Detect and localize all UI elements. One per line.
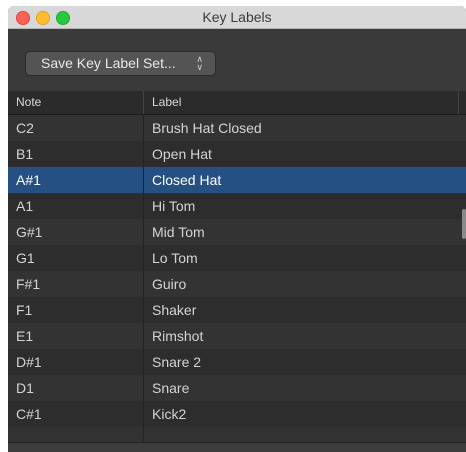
column-separator <box>458 91 459 114</box>
label-cell[interactable]: Snare 2 <box>152 354 201 370</box>
scrollbar-thumb[interactable] <box>462 209 466 239</box>
table-header: Note Label <box>8 91 466 115</box>
label-cell[interactable]: Hi Tom <box>152 198 195 214</box>
note-cell: G1 <box>16 250 35 266</box>
note-cell: F1 <box>16 302 33 318</box>
table-row[interactable]: D#1 Snare 2 <box>8 349 466 375</box>
note-cell: A1 <box>16 198 34 214</box>
label-cell[interactable]: Rimshot <box>152 328 203 344</box>
column-header-label[interactable]: Label <box>152 95 181 109</box>
save-key-label-set-label: Save Key Label Set... <box>41 55 176 71</box>
table-row[interactable]: F1 Shaker <box>8 297 466 323</box>
note-cell: C2 <box>16 120 34 136</box>
label-cell[interactable]: Snare <box>152 380 189 396</box>
toolbar: Save Key Label Set... ∧ ∨ <box>8 29 466 91</box>
label-cell[interactable]: Guiro <box>152 276 186 292</box>
note-cell: F#1 <box>16 276 41 292</box>
key-labels-table: C2 Brush Hat Closed B1 Open Hat A#1 Closed Ha… <box>8 114 466 442</box>
table-row[interactable]: A#1 Closed Hat <box>8 167 466 193</box>
note-cell: A#1 <box>16 172 41 188</box>
label-cell[interactable]: Mid Tom <box>152 224 205 240</box>
title-bar[interactable]: Key Labels <box>8 6 466 29</box>
table-row[interactable]: B1 Open Hat <box>8 141 466 167</box>
window-footer <box>8 442 466 452</box>
column-header-note[interactable]: Note <box>16 95 41 109</box>
label-cell[interactable]: Kick2 <box>152 406 186 422</box>
table-row[interactable]: C2 Brush Hat Closed <box>8 115 466 141</box>
label-cell[interactable]: Open Hat <box>152 146 212 162</box>
note-cell: D#1 <box>16 354 42 370</box>
key-labels-window: Key Labels Save Key Label Set... ∧ ∨ Note… <box>8 6 466 452</box>
column-divider <box>143 114 144 442</box>
vertical-scrollbar[interactable] <box>458 114 466 442</box>
label-cell[interactable]: Lo Tom <box>152 250 198 266</box>
column-separator[interactable] <box>143 91 144 114</box>
table-row[interactable]: D1 Snare <box>8 375 466 401</box>
table-row[interactable]: E1 Rimshot <box>8 323 466 349</box>
window-title: Key Labels <box>202 9 272 25</box>
note-cell: G#1 <box>16 224 43 240</box>
note-cell: D1 <box>16 380 34 396</box>
note-cell: C#1 <box>16 406 42 422</box>
table-row[interactable]: C#1 Kick2 <box>8 401 466 427</box>
label-cell[interactable]: Shaker <box>152 302 196 318</box>
note-cell: E1 <box>16 328 34 344</box>
table-row[interactable]: G#1 Mid Tom <box>8 219 466 245</box>
save-key-label-set-button[interactable]: Save Key Label Set... ∧ ∨ <box>25 51 216 76</box>
label-cell[interactable]: Brush Hat Closed <box>152 120 262 136</box>
table-row[interactable]: G1 Lo Tom <box>8 245 466 271</box>
note-cell: B1 <box>16 146 34 162</box>
label-cell[interactable]: Closed Hat <box>152 172 221 188</box>
chevron-updown-icon: ∧ ∨ <box>196 54 203 73</box>
table-row[interactable]: A1 Hi Tom <box>8 193 466 219</box>
table-row[interactable]: F#1 Guiro <box>8 271 466 297</box>
